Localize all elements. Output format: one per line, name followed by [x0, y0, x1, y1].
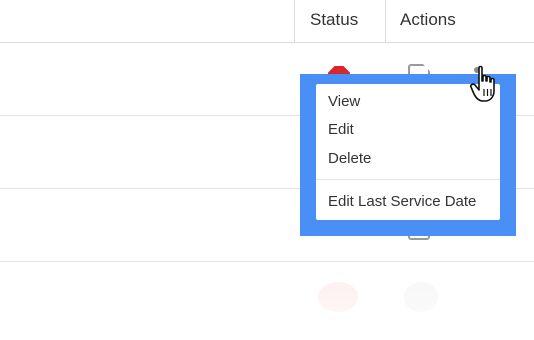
- menu-item-edit[interactable]: Edit: [328, 121, 354, 138]
- menu-item-delete[interactable]: Delete: [328, 150, 371, 167]
- status-column-header[interactable]: Status: [310, 10, 358, 30]
- column-divider: [294, 0, 295, 42]
- row-divider: [0, 261, 534, 262]
- loading-overlay: [98, 264, 522, 340]
- column-divider: [385, 0, 386, 42]
- menu-item-edit-last-service-date[interactable]: Edit Last Service Date: [328, 193, 476, 210]
- table-header: Status Actions: [0, 0, 534, 43]
- actions-column-header[interactable]: Actions: [400, 10, 456, 30]
- menu-item-view[interactable]: View: [328, 93, 360, 110]
- actions-dropdown-menu: View Edit Delete Edit Last Service Date: [316, 84, 500, 220]
- menu-divider: [316, 179, 500, 180]
- hand-pointer-icon: [470, 65, 495, 102]
